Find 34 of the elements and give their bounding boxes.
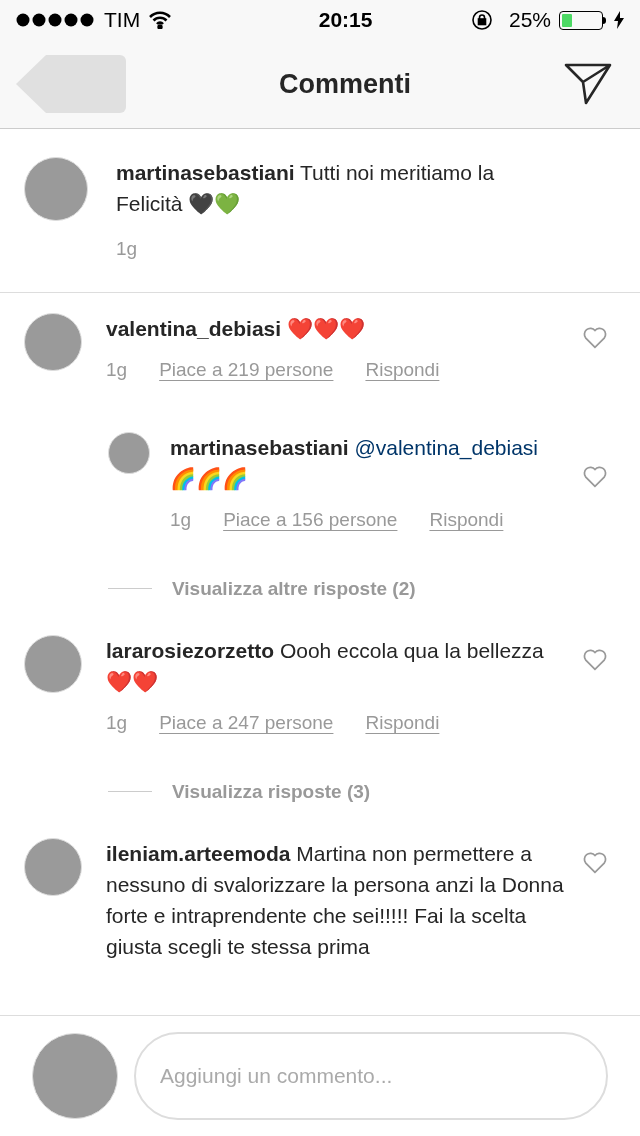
battery-icon (559, 10, 606, 30)
comment-time: 1g (106, 711, 128, 735)
reply-link[interactable]: Rispondi (365, 355, 440, 384)
view-replies-button[interactable]: Visualizza altre risposte (2) (172, 574, 416, 603)
comment-text: lararosiezorzetto Oooh eccola qua la bellezza ❤❤ (106, 638, 545, 695)
carrier-name: TIM (104, 7, 141, 34)
clock-time: 20:15 (318, 7, 373, 34)
caption-text: martinasebastiani Tutti noi meritiamo la Felicità 🖤💚 (116, 160, 496, 217)
heart-icon[interactable] (582, 647, 608, 671)
reply-text: martinasebastiani @valentina_debiasi 🌈🌈🌈 (170, 435, 540, 493)
wifi-icon (148, 11, 173, 29)
screen-title: Commenti (279, 67, 411, 101)
signal-icon (16, 13, 96, 27)
heart-icon[interactable] (582, 850, 608, 874)
likes-link[interactable]: Piace a 247 persone (159, 709, 334, 738)
reply-link[interactable]: Rispondi (429, 506, 504, 535)
rotation-lock-icon (470, 9, 493, 31)
view-replies-button[interactable]: Visualizza risposte (3) (172, 777, 371, 806)
likes-link[interactable]: Piace a 219 persone (159, 355, 334, 384)
comment-text: valentina_debiasi ❤❤❤ (106, 315, 366, 342)
reply-link[interactable]: Rispondi (365, 709, 440, 738)
mention-link[interactable]: @valentina_debiasi (354, 436, 539, 459)
heart-icon[interactable] (582, 324, 608, 349)
likes-link[interactable]: Piace a 156 persone (223, 506, 398, 535)
comment-time: 1g (170, 508, 192, 532)
caption-time: 1g (116, 237, 139, 261)
battery-percent: 25% (508, 7, 551, 34)
charging-icon (614, 11, 624, 29)
heart-icon[interactable] (582, 464, 608, 488)
avatar[interactable] (108, 432, 150, 474)
comment-text: ileniam.arteemoda Martina non permettere a nessuno di svalorizzare la persona anzi la Donna forte e intraprendente che sei!!!!! Fai la scelta giusta scegli te stessa prima (106, 841, 565, 960)
send-icon[interactable] (564, 63, 612, 105)
comment-time: 1g (106, 357, 128, 382)
comment-input[interactable]: Aggiungi un commento... (134, 1032, 608, 1120)
